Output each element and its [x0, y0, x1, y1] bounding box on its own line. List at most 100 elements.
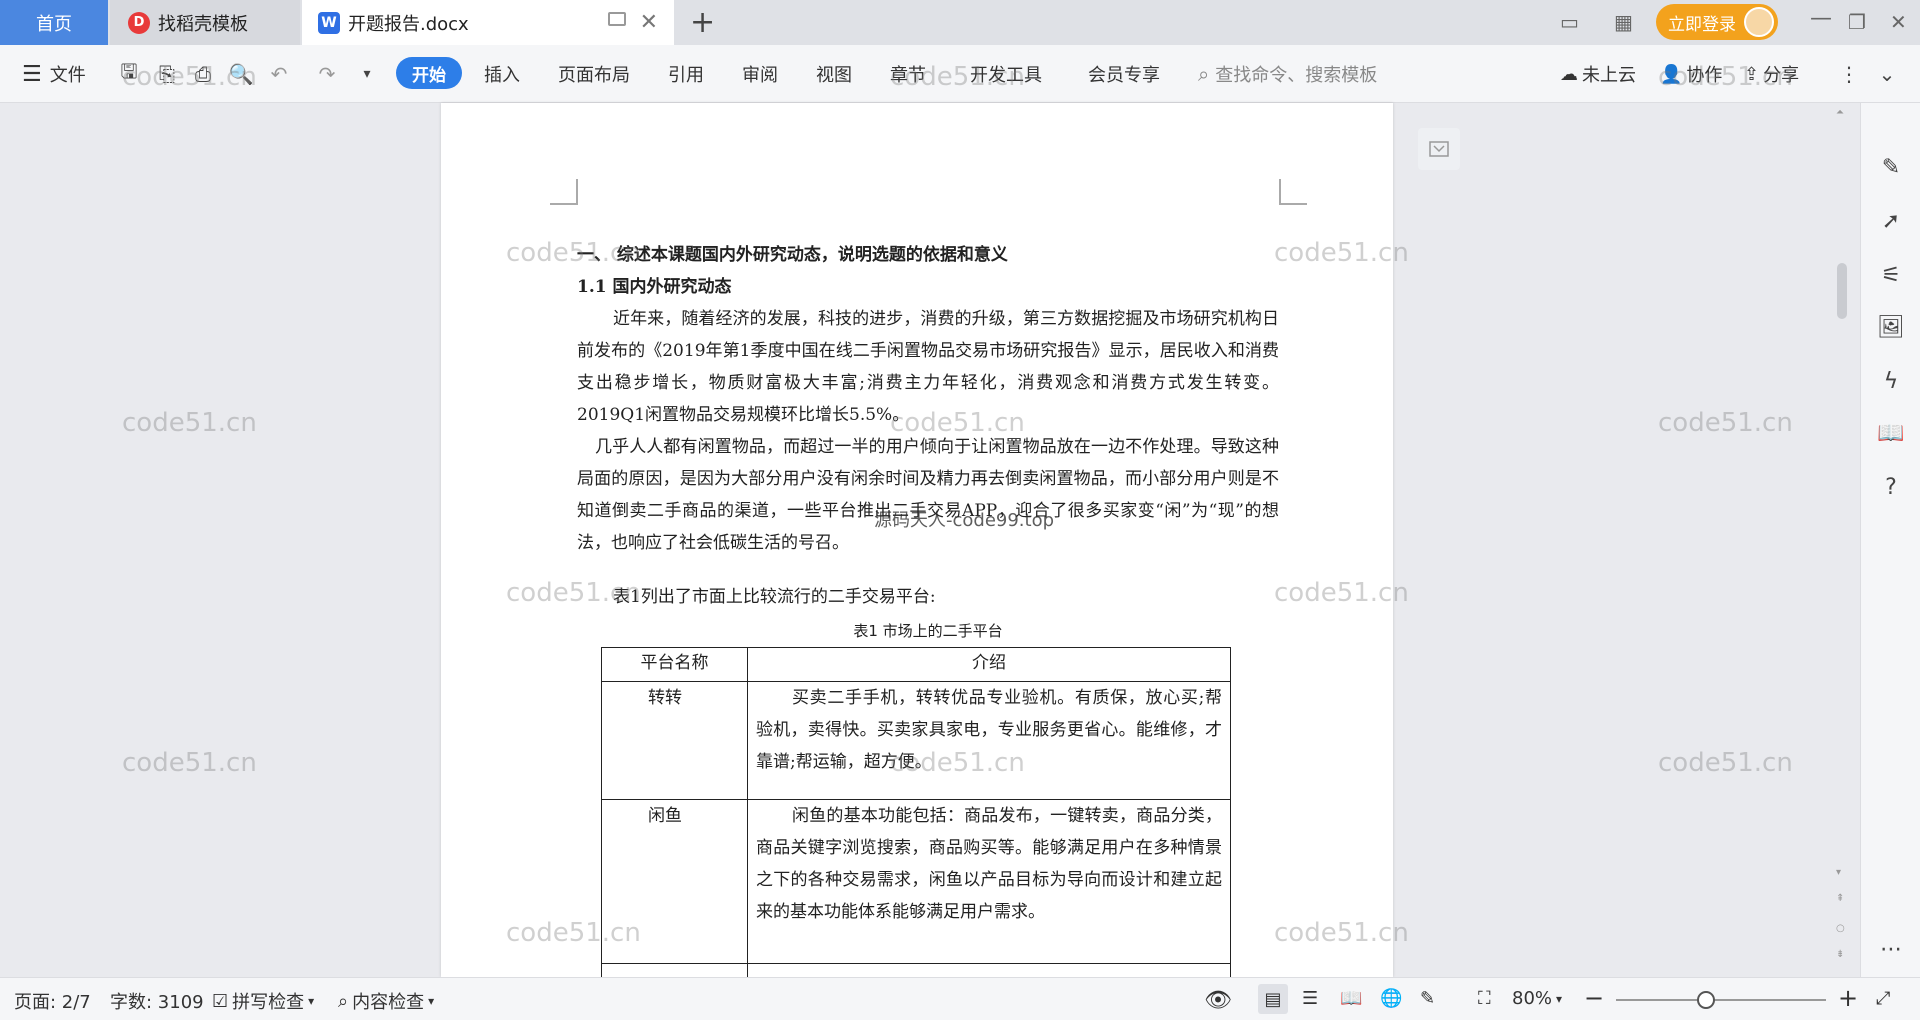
- outline-view-icon[interactable]: ☰: [1302, 988, 1318, 1009]
- tab-document[interactable]: W 开题报告.docx ✕: [302, 0, 674, 45]
- menu-page-layout[interactable]: 页面布局: [558, 45, 630, 103]
- watermark: code51.cn: [122, 408, 257, 438]
- content-check-icon: ⌕: [338, 990, 349, 1012]
- quick-access-dropdown-icon[interactable]: ▾: [354, 61, 380, 87]
- menu-start[interactable]: 开始: [396, 57, 462, 89]
- navigation-pane-toggle[interactable]: [1418, 128, 1460, 170]
- zoom-level: 80%: [1512, 988, 1553, 1009]
- document-page[interactable]: 一、 综述本课题国内外研究动态，说明选题的依据和意义 1.1 国内外研究动态 近…: [441, 103, 1393, 977]
- login-button[interactable]: 立即登录: [1656, 4, 1778, 40]
- scroll-down-icon[interactable]: ▾: [1836, 867, 1841, 878]
- pen-icon[interactable]: ✎: [1877, 153, 1905, 181]
- web-view-icon[interactable]: 🌐: [1380, 988, 1402, 1009]
- zoom-slider[interactable]: [1616, 991, 1826, 1009]
- menu-start-label: 开始: [412, 65, 446, 86]
- lightning-icon[interactable]: ϟ: [1877, 367, 1905, 395]
- chevron-down-icon: ▾: [1556, 991, 1563, 1006]
- page-indicator[interactable]: 页面: 2/7: [14, 988, 91, 1014]
- image-icon[interactable]: 🖼: [1877, 313, 1905, 341]
- layout-icon[interactable]: ▭: [1560, 10, 1579, 34]
- more-options-icon[interactable]: ⋮: [1836, 61, 1862, 87]
- print-preview-icon[interactable]: 🔍: [228, 61, 254, 87]
- content-check-button[interactable]: ⌕ 内容检查 ▾: [338, 988, 434, 1014]
- book-search-icon[interactable]: 📖: [1877, 419, 1905, 447]
- title-bar: 首页 D 找稻壳模板 W 开题报告.docx ✕ + ▭ ▦ 立即登录 — ❐ …: [0, 0, 1920, 45]
- file-menu[interactable]: ☰ 文件: [22, 45, 86, 103]
- save-icon[interactable]: 🖫: [116, 59, 142, 87]
- more-tools-icon[interactable]: ⋯: [1877, 935, 1905, 963]
- table-caption: 表1 市场上的二手平台: [853, 622, 1003, 640]
- ribbon: ☰ 文件 🖫 ⎘ ⎙ 🔍 ↶ ↷ ▾ 开始 插入 页面布局 引用 审阅 视图 章…: [0, 45, 1920, 103]
- restore-icon[interactable]: ❐: [1848, 10, 1866, 34]
- menu-view[interactable]: 视图: [816, 45, 852, 103]
- avatar: [1744, 7, 1774, 37]
- new-tab-button[interactable]: +: [690, 5, 715, 40]
- help-icon[interactable]: ?: [1877, 473, 1905, 501]
- scroll-top-icon[interactable]: ⏶: [1836, 107, 1844, 118]
- heading-1-1: 1.1 国内外研究动态: [577, 277, 732, 297]
- table-cell-name: 转转: [601, 681, 748, 800]
- zoom-out-icon[interactable]: −: [1584, 984, 1604, 1012]
- collab-button[interactable]: 👤 协作: [1660, 45, 1722, 103]
- cloud-icon: ☁: [1560, 63, 1578, 85]
- document-body[interactable]: 一、 综述本课题国内外研究动态，说明选题的依据和意义 1.1 国内外研究动态 近…: [577, 239, 1279, 977]
- vertical-scrollbar[interactable]: ⏶ ▾ ⇞ ○ ⇟: [1832, 103, 1852, 977]
- next-page-icon[interactable]: ⇟: [1836, 949, 1844, 960]
- paragraph-1: 近年来，随着经济的发展，科技的进步，消费的升级，第三方数据挖掘及市场研究机构日前…: [577, 309, 1279, 425]
- docer-logo-icon: D: [128, 11, 150, 34]
- margin-corner-top-right: [1279, 179, 1307, 205]
- close-tab-icon[interactable]: ✕: [640, 10, 658, 35]
- collapse-ribbon-icon[interactable]: ⌄: [1874, 61, 1900, 87]
- table-row: [601, 963, 1231, 977]
- select-browse-object-icon[interactable]: ○: [1836, 923, 1845, 934]
- menu-developer[interactable]: 开发工具: [970, 45, 1042, 103]
- margin-corner-top-left: [550, 179, 578, 205]
- eye-protection-icon[interactable]: 👁: [1204, 988, 1232, 1013]
- collab-label: 协作: [1686, 65, 1723, 86]
- spell-check-button[interactable]: ☑ 拼写检查 ▾: [212, 988, 314, 1014]
- cloud-status[interactable]: ☁ 未上云: [1560, 45, 1636, 103]
- menu-chapter[interactable]: 章节: [890, 45, 926, 103]
- menu-review[interactable]: 审阅: [742, 45, 778, 103]
- paragraph-2: 几乎人人都有闲置物品，而超过一半的用户倾向于让闲置物品放在一边不作处理。导致这种…: [577, 437, 1279, 553]
- watermark: code51.cn: [1658, 408, 1793, 438]
- word-count[interactable]: 字数: 3109: [110, 988, 204, 1014]
- export-pdf-icon[interactable]: ⎘: [154, 61, 180, 87]
- tab-templates[interactable]: D 找稻壳模板: [110, 0, 300, 45]
- command-search[interactable]: ⌕ 查找命令、搜索模板: [1198, 45, 1377, 103]
- zoom-dropdown[interactable]: 80% ▾: [1512, 988, 1562, 1009]
- tab-document-label: 开题报告.docx: [348, 13, 469, 35]
- table-header-cell: 介绍: [747, 647, 1231, 682]
- monitor-icon[interactable]: [608, 12, 626, 26]
- paragraph-3: 表1列出了市面上比较流行的二手交易平台:: [613, 587, 936, 607]
- zoom-in-icon[interactable]: +: [1838, 984, 1858, 1012]
- close-window-icon[interactable]: ✕: [1890, 10, 1907, 34]
- tab-home[interactable]: 首页: [0, 0, 108, 45]
- grid-icon[interactable]: ▦: [1614, 10, 1633, 34]
- share-button[interactable]: ⇪ 分享: [1744, 45, 1799, 103]
- menu-insert[interactable]: 插入: [484, 45, 520, 103]
- tab-home-label: 首页: [36, 13, 72, 35]
- select-pointer-icon[interactable]: ➚: [1877, 207, 1905, 235]
- zoom-slider-thumb[interactable]: [1697, 991, 1716, 1009]
- undo-icon[interactable]: ↶: [266, 61, 292, 87]
- print-icon[interactable]: ⎙: [190, 61, 216, 87]
- page-view-icon[interactable]: ▤: [1258, 984, 1288, 1014]
- table-row: 闲鱼 闲鱼的基本功能包括：商品发布，一键转卖，商品分类，商品关键字浏览搜索，商品…: [601, 799, 1231, 964]
- adjust-sliders-icon[interactable]: ⚟: [1877, 261, 1905, 289]
- search-icon: ⌕: [1198, 62, 1210, 86]
- minimize-icon[interactable]: —: [1810, 6, 1832, 31]
- redo-icon[interactable]: ↷: [314, 61, 340, 87]
- write-mode-icon[interactable]: ✎: [1420, 988, 1435, 1009]
- spell-check-label: 拼写检查: [232, 992, 305, 1013]
- table-header-cell: 平台名称: [601, 647, 748, 682]
- fit-page-icon[interactable]: ⛶: [1478, 988, 1491, 1009]
- menu-member[interactable]: 会员专享: [1088, 45, 1160, 103]
- right-side-panel: ✎ ➚ ⚟ 🖼 ϟ 📖 ? ⋯: [1860, 103, 1920, 977]
- prev-page-icon[interactable]: ⇞: [1836, 893, 1844, 904]
- table-row: 转转 买卖二手手机，转转优品专业验机。有质保，放心买;帮验机，卖得快。买卖家具家…: [601, 681, 1231, 800]
- menu-references[interactable]: 引用: [668, 45, 704, 103]
- reading-view-icon[interactable]: 📖: [1340, 988, 1362, 1009]
- scrollbar-thumb[interactable]: [1837, 263, 1847, 319]
- fullscreen-icon[interactable]: ⤢: [1876, 988, 1890, 1009]
